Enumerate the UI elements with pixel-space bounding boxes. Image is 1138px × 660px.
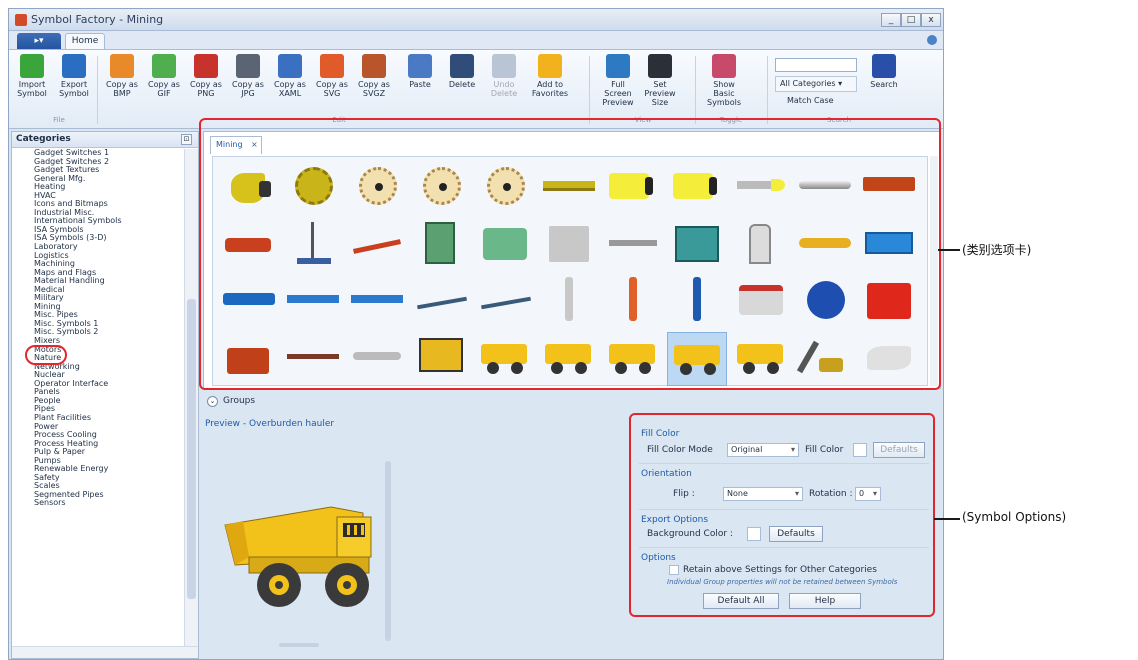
mining-category-highlight bbox=[25, 345, 67, 365]
magnifier-icon bbox=[872, 54, 896, 78]
fullscreen-icon bbox=[606, 54, 630, 78]
category-item[interactable]: Heating bbox=[34, 183, 182, 192]
trash-icon bbox=[450, 54, 474, 78]
category-hscrollbar[interactable] bbox=[12, 646, 198, 658]
category-tab-highlight bbox=[199, 118, 941, 390]
copy-svgz-button[interactable]: Copy as SVGZ bbox=[353, 54, 395, 116]
svg-file-icon bbox=[320, 54, 344, 78]
delete-button[interactable]: Delete bbox=[441, 54, 483, 116]
paste-button[interactable]: Paste bbox=[399, 54, 441, 116]
copy-png-button[interactable]: Copy as PNG bbox=[185, 54, 227, 116]
star-icon bbox=[538, 54, 562, 78]
show-basic-button[interactable]: Show Basic Symbols bbox=[703, 54, 745, 116]
preview-size-button[interactable]: Set Preview Size bbox=[639, 54, 681, 116]
copy-gif-button[interactable]: Copy as GIF bbox=[143, 54, 185, 116]
categories-panel: Categories ⊡ Gadget Switches 1 Gadget Swi… bbox=[11, 131, 199, 659]
copy-bmp-button[interactable]: Copy as BMP bbox=[101, 54, 143, 116]
categories-header: Categories bbox=[12, 132, 198, 148]
jpg-file-icon bbox=[236, 54, 260, 78]
undo-icon bbox=[492, 54, 516, 78]
svgz-file-icon bbox=[362, 54, 386, 78]
annotation-line-options bbox=[934, 518, 960, 520]
category-filter-select[interactable]: All Categories ▾ bbox=[775, 76, 857, 92]
copy-jpg-button[interactable]: Copy as JPG bbox=[227, 54, 269, 116]
camera-icon bbox=[648, 54, 672, 78]
annotation-symbol-options: (Symbol Options) bbox=[962, 510, 1067, 524]
symbol-options-highlight bbox=[629, 413, 935, 617]
add-favorites-button[interactable]: Add to Favorites bbox=[529, 54, 571, 116]
window-title: Symbol Factory - Mining bbox=[31, 13, 164, 26]
xaml-icon bbox=[278, 54, 302, 78]
scrollbar-thumb[interactable] bbox=[187, 299, 196, 599]
category-item[interactable]: Sensors bbox=[34, 499, 182, 508]
preview-hscrollbar[interactable] bbox=[279, 643, 319, 647]
app-window: Symbol Factory - Mining _ □ x ▸▾ Home Im… bbox=[8, 8, 944, 660]
annotation-category-tab: (类别选项卡) bbox=[962, 243, 1032, 257]
group-file-label: File bbox=[53, 116, 65, 124]
full-screen-button[interactable]: Full Screen Preview bbox=[597, 54, 639, 116]
png-file-icon bbox=[194, 54, 218, 78]
upload-arrow-icon bbox=[62, 54, 86, 78]
gif-file-icon bbox=[152, 54, 176, 78]
paste-clipboard-icon bbox=[408, 54, 432, 78]
pin-panel-icon[interactable]: ⊡ bbox=[181, 134, 192, 145]
preview-dump-truck-icon bbox=[224, 506, 372, 607]
preview-title: Preview - Overburden hauler bbox=[205, 419, 335, 429]
groups-bar: ⌄ Groups bbox=[203, 393, 941, 411]
ribbon-tab-row: ▸▾ Home bbox=[9, 31, 943, 50]
category-list: Gadget Switches 1 Gadget Switches 2 Gadget… bbox=[34, 149, 182, 645]
copy-svg-button[interactable]: Copy as SVG bbox=[311, 54, 353, 116]
tab-home[interactable]: Home bbox=[65, 33, 105, 50]
export-symbol-button[interactable]: Export Symbol bbox=[53, 54, 95, 116]
import-symbol-button[interactable]: Import Symbol bbox=[11, 54, 53, 116]
close-button[interactable]: x bbox=[921, 13, 941, 27]
app-logo-icon bbox=[15, 14, 27, 26]
paint-palette-icon bbox=[110, 54, 134, 78]
groups-expand-icon[interactable]: ⌄ bbox=[207, 396, 218, 407]
category-scrollbar[interactable] bbox=[184, 149, 198, 649]
ribbon-help-icon[interactable] bbox=[927, 35, 937, 45]
copy-xaml-button[interactable]: Copy as XAML bbox=[269, 54, 311, 116]
download-arrow-icon bbox=[20, 54, 44, 78]
search-input[interactable] bbox=[775, 58, 857, 72]
category-item[interactable]: People bbox=[34, 396, 182, 406]
groups-label: Groups bbox=[223, 396, 256, 406]
title-bar: Symbol Factory - Mining _ □ x bbox=[9, 9, 943, 31]
search-button[interactable]: Search bbox=[863, 54, 905, 116]
match-case-toggle[interactable]: Match Case bbox=[787, 96, 834, 105]
undo-delete-button[interactable]: Undo Delete bbox=[483, 54, 525, 116]
annotation-line-tab bbox=[938, 249, 960, 251]
application-menu-button[interactable]: ▸▾ bbox=[17, 33, 61, 49]
minimize-button[interactable]: _ bbox=[881, 13, 901, 27]
symbols-icon bbox=[712, 54, 736, 78]
preview-scrollbar[interactable] bbox=[385, 461, 391, 641]
maximize-button[interactable]: □ bbox=[901, 13, 921, 27]
ribbon: Import Symbol Export Symbol Copy as BMP Cop… bbox=[9, 49, 943, 129]
